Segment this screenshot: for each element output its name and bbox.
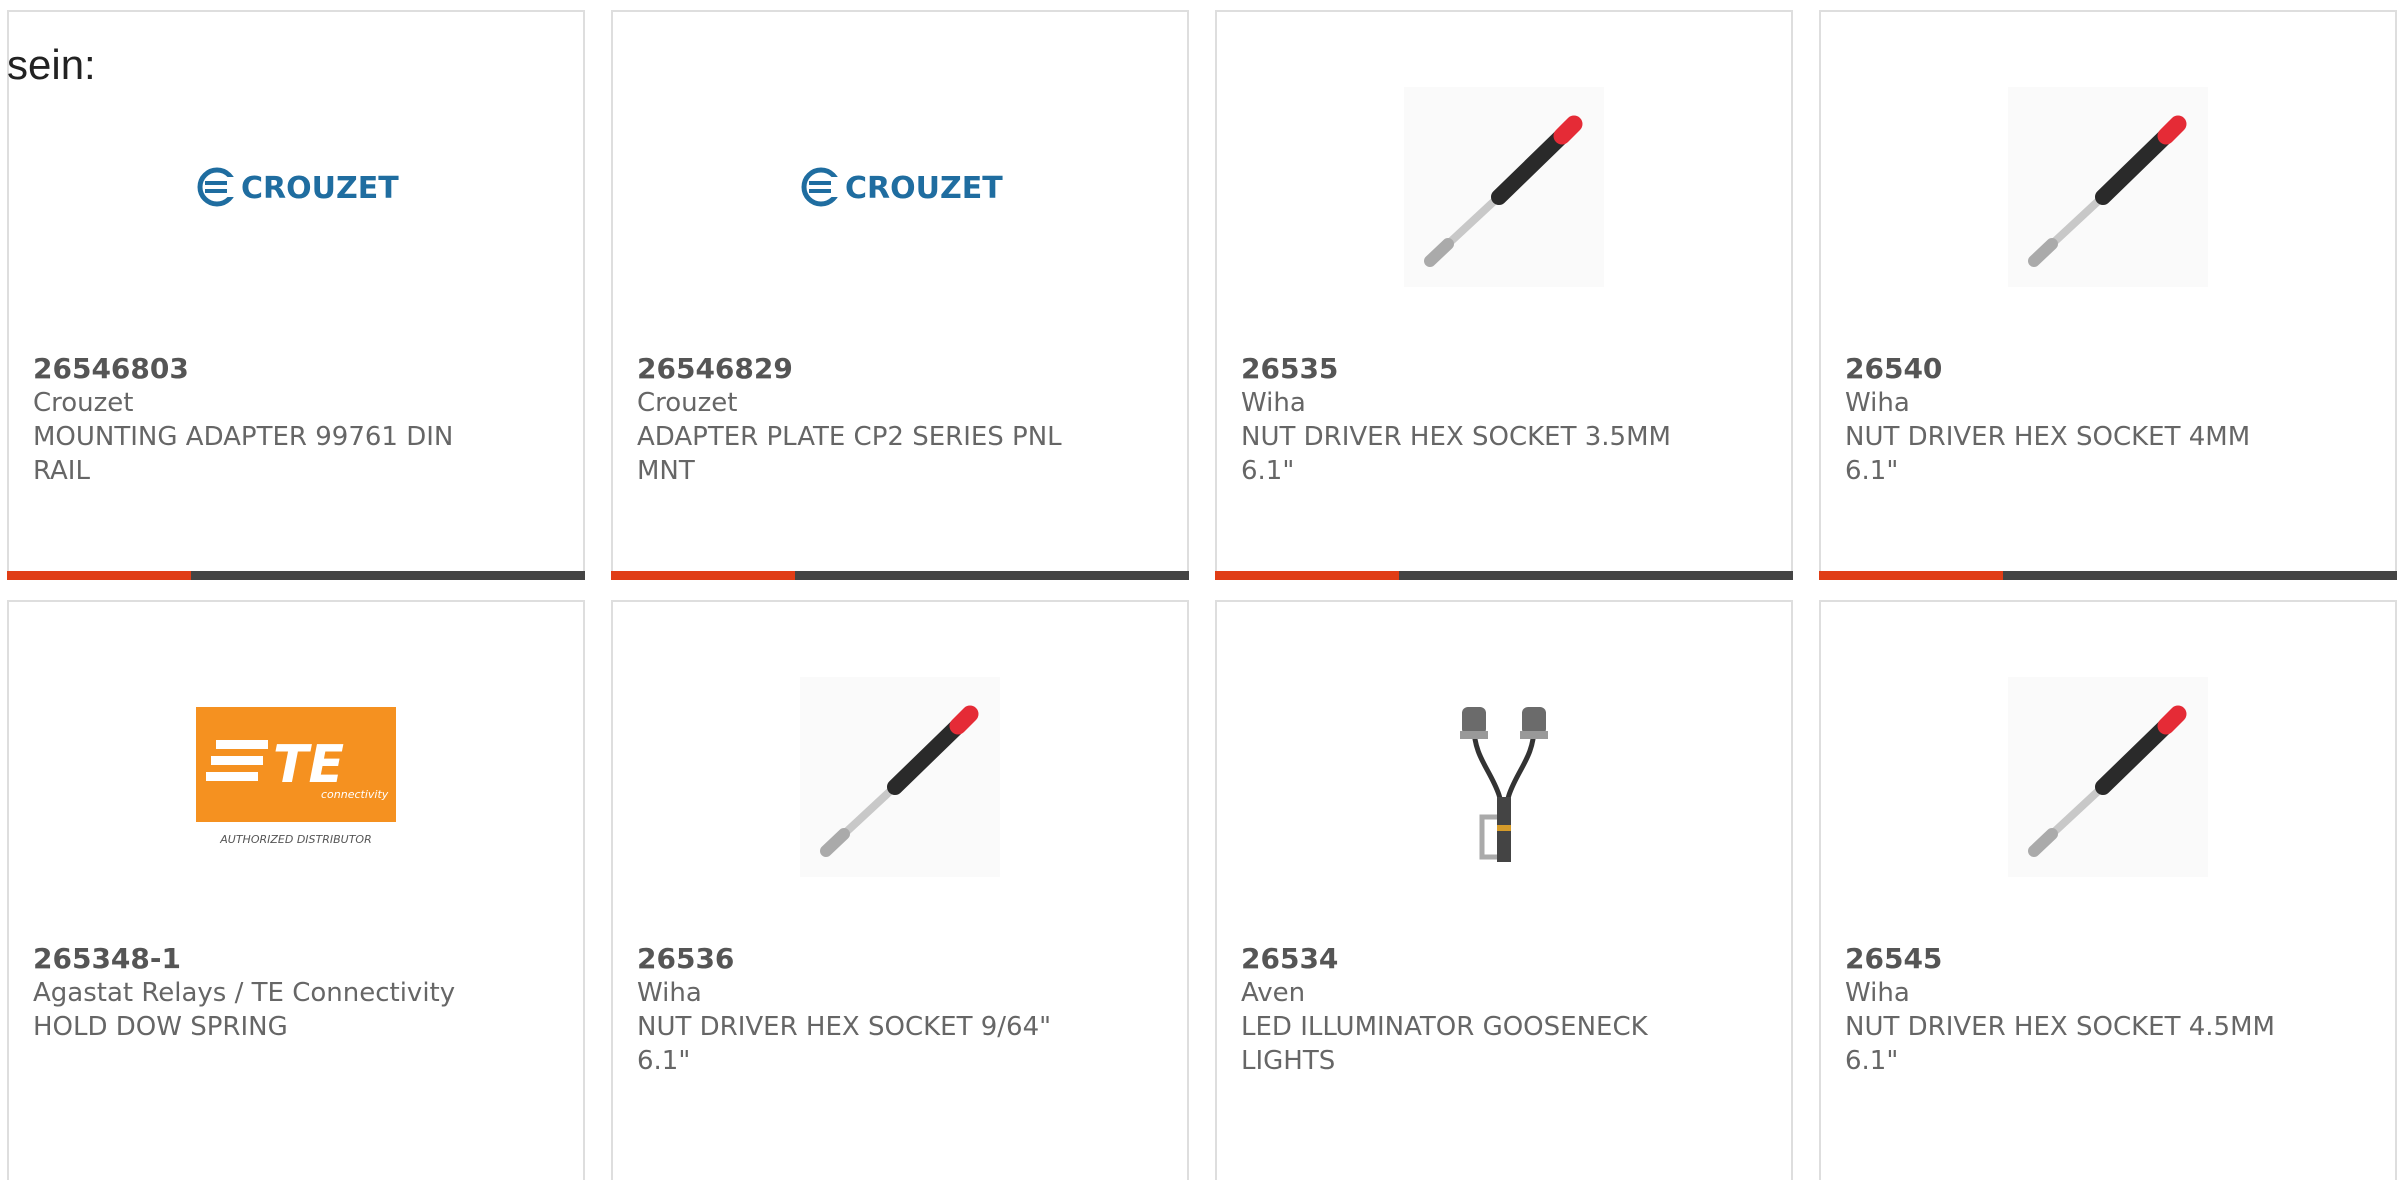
description: ADAPTER PLATE CP2 SERIES PNL MNT — [637, 422, 1062, 486]
page-label: sein: — [7, 41, 96, 88]
svg-text:CROUZET: CROUZET — [845, 171, 1003, 206]
product-card[interactable]: 26540 Wiha NUT DRIVER HEX SOCKET 4MM 6.1… — [1819, 10, 2397, 580]
accent-bar — [1215, 571, 1793, 580]
part-number[interactable]: 26536 — [637, 942, 1163, 976]
product-image[interactable] — [1821, 662, 2395, 892]
part-number[interactable]: 26535 — [1241, 352, 1767, 386]
accent-bar — [611, 571, 1189, 580]
description: NUT DRIVER HEX SOCKET 4.5MM 6.1" — [1845, 1012, 2275, 1076]
nut-driver-icon — [2008, 677, 2208, 877]
product-card[interactable]: TE connectivity AUTHORIZED DISTRIBUTOR 2… — [7, 600, 585, 1180]
svg-text:AUTHORIZED DISTRIBUTOR: AUTHORIZED DISTRIBUTOR — [219, 833, 372, 846]
manufacturer: Crouzet — [637, 388, 738, 418]
product-card[interactable]: 26536 Wiha NUT DRIVER HEX SOCKET 9/64" 6… — [611, 600, 1189, 1180]
description: NUT DRIVER HEX SOCKET 9/64" 6.1" — [637, 1012, 1052, 1076]
crouzet-logo-icon: CROUZET — [801, 167, 1003, 207]
nut-driver-icon — [1404, 87, 1604, 287]
product-image[interactable] — [1217, 662, 1791, 892]
nut-driver-icon — [800, 677, 1000, 877]
product-card[interactable]: CROUZET 26546803 Crouzet MOUNTING ADAPTE… — [7, 10, 585, 580]
description: NUT DRIVER HEX SOCKET 3.5MM 6.1" — [1241, 422, 1671, 486]
product-card[interactable]: 26535 Wiha NUT DRIVER HEX SOCKET 3.5MM 6… — [1215, 10, 1793, 580]
product-image[interactable]: CROUZET — [9, 72, 583, 302]
manufacturer: Wiha — [1845, 388, 1910, 418]
crouzet-logo-icon: CROUZET — [197, 167, 399, 207]
product-image[interactable] — [613, 662, 1187, 892]
accent-bar — [1819, 571, 2397, 580]
product-card[interactable]: CROUZET 26546829 Crouzet ADAPTER PLATE C… — [611, 10, 1189, 580]
part-number[interactable]: 26545 — [1845, 942, 2371, 976]
part-number[interactable]: 26546803 — [33, 352, 559, 386]
product-card[interactable]: 26545 Wiha NUT DRIVER HEX SOCKET 4.5MM 6… — [1819, 600, 2397, 1180]
gooseneck-light-icon — [1460, 707, 1548, 862]
manufacturer: Wiha — [1241, 388, 1306, 418]
nut-driver-icon — [2008, 87, 2208, 287]
part-number[interactable]: 26534 — [1241, 942, 1767, 976]
description: NUT DRIVER HEX SOCKET 4MM 6.1" — [1845, 422, 2251, 486]
description: LED ILLUMINATOR GOOSENECK LIGHTS — [1241, 1012, 1648, 1076]
te-connectivity-logo-icon: TE connectivity AUTHORIZED DISTRIBUTOR — [196, 707, 396, 846]
svg-text:connectivity: connectivity — [321, 788, 389, 801]
part-number[interactable]: 26540 — [1845, 352, 2371, 386]
product-card[interactable]: 26534 Aven LED ILLUMINATOR GOOSENECK LIG… — [1215, 600, 1793, 1180]
accent-bar — [7, 571, 585, 580]
product-image[interactable]: CROUZET — [613, 72, 1187, 302]
part-number[interactable]: 26546829 — [637, 352, 1163, 386]
manufacturer: Wiha — [1845, 978, 1910, 1008]
product-grid: CROUZET 26546803 Crouzet MOUNTING ADAPTE… — [7, 10, 2400, 1180]
product-image[interactable] — [1217, 72, 1791, 302]
svg-text:CROUZET: CROUZET — [241, 171, 399, 206]
manufacturer: Wiha — [637, 978, 702, 1008]
product-image[interactable] — [1821, 72, 2395, 302]
description: MOUNTING ADAPTER 99761 DIN RAIL — [33, 422, 454, 486]
manufacturer: Crouzet — [33, 388, 134, 418]
svg-text:TE: TE — [273, 735, 344, 795]
manufacturer: Aven — [1241, 978, 1306, 1008]
part-number[interactable]: 265348-1 — [33, 942, 559, 976]
manufacturer: Agastat Relays / TE Connectivity — [33, 978, 456, 1008]
description: HOLD DOW SPRING — [33, 1012, 288, 1042]
product-image[interactable]: TE connectivity AUTHORIZED DISTRIBUTOR — [9, 662, 583, 892]
